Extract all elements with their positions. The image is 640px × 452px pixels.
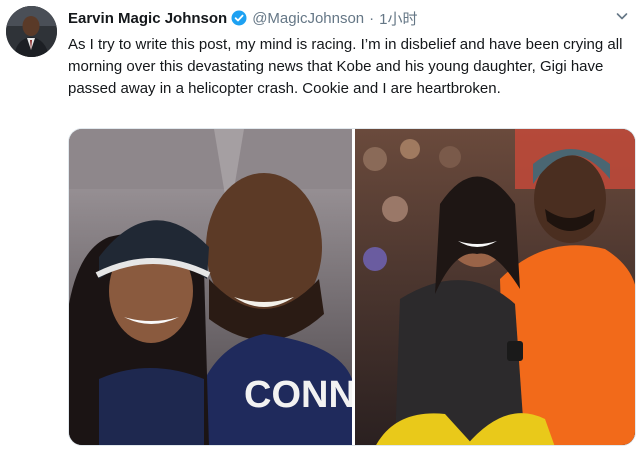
avatar[interactable] — [6, 6, 57, 57]
verified-badge-icon — [231, 10, 247, 26]
media-photo-1[interactable]: CONN — [69, 129, 352, 445]
tweet[interactable]: Earvin Magic Johnson @MagicJohnson · 1小时… — [0, 0, 640, 452]
tweet-media: CONN — [68, 128, 636, 446]
separator-dot: · — [369, 9, 375, 27]
avatar-image — [6, 6, 57, 57]
shirt-lettering: CONN — [244, 374, 352, 416]
chevron-down-icon[interactable] — [614, 8, 630, 24]
tweet-header: Earvin Magic Johnson @MagicJohnson · 1小时 — [68, 8, 418, 28]
author-name[interactable]: Earvin Magic Johnson — [68, 10, 227, 27]
tweet-text: As I try to write this post, my mind is … — [68, 36, 623, 97]
tweet-timestamp[interactable]: 1小时 — [379, 8, 417, 29]
author-handle[interactable]: @MagicJohnson — [252, 10, 364, 27]
media-photo-2[interactable] — [355, 129, 635, 445]
